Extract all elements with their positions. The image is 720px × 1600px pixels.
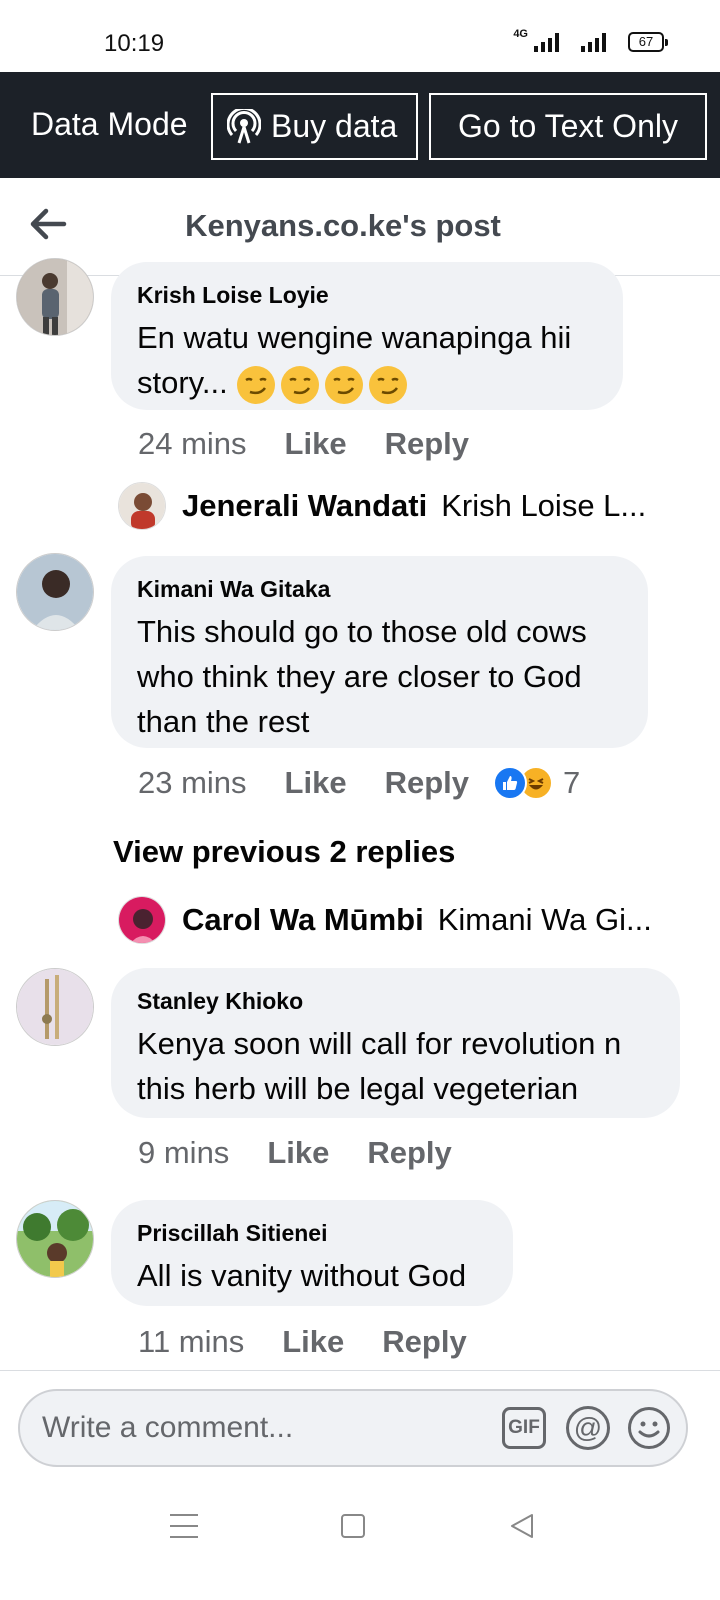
avatar[interactable] bbox=[16, 1200, 94, 1278]
comment-input[interactable]: Write a comment... GIF @ bbox=[18, 1389, 688, 1467]
comment-text: All is vanity without God bbox=[137, 1258, 467, 1293]
reply-author: Carol Wa Mūmbi bbox=[182, 902, 424, 937]
reply-button[interactable]: Reply bbox=[382, 1324, 466, 1360]
comment-author[interactable]: Krish Loise Loyie bbox=[137, 282, 597, 309]
smirk-face-icon bbox=[237, 365, 276, 404]
like-button[interactable]: Like bbox=[267, 1135, 329, 1171]
view-previous-replies-link[interactable]: View previous 2 replies bbox=[113, 834, 455, 870]
signal-icon-secondary bbox=[581, 32, 606, 52]
comment-bubble[interactable]: Priscillah Sitienei All is vanity withou… bbox=[111, 1200, 513, 1306]
text-only-button[interactable]: Go to Text Only bbox=[429, 93, 707, 160]
reaction-count: 7 bbox=[563, 765, 581, 800]
avatar[interactable] bbox=[16, 258, 94, 336]
like-button[interactable]: Like bbox=[285, 765, 347, 801]
reply-avatar bbox=[118, 896, 166, 944]
comment-text: This should go to those old cows who thi… bbox=[137, 614, 587, 739]
comment-time[interactable]: 11 mins bbox=[138, 1324, 244, 1360]
smirk-emoji-group bbox=[236, 365, 412, 404]
comment-time[interactable]: 24 mins bbox=[138, 426, 247, 462]
comment-author[interactable]: Kimani Wa Gitaka bbox=[137, 576, 622, 603]
data-mode-bar: Data Mode Buy data Go to Text Only bbox=[0, 72, 720, 178]
system-nav-bar bbox=[0, 1500, 720, 1600]
reply-preview[interactable]: Jenerali Wandati Krish Loise L... bbox=[118, 482, 646, 530]
comment-meta: 9 mins Like Reply bbox=[138, 1135, 490, 1171]
comment-author[interactable]: Priscillah Sitienei bbox=[137, 1220, 487, 1247]
recent-apps-icon[interactable] bbox=[170, 1514, 198, 1540]
emoji-picker-icon[interactable] bbox=[627, 1406, 671, 1450]
gif-icon[interactable]: GIF bbox=[502, 1407, 546, 1449]
mention-icon[interactable]: @ bbox=[566, 1406, 610, 1450]
broadcast-icon bbox=[227, 108, 261, 143]
reply-preview[interactable]: Carol Wa Mūmbi Kimani Wa Gi... bbox=[118, 896, 652, 944]
like-reaction-icon bbox=[493, 766, 527, 800]
buy-data-label: Buy data bbox=[271, 108, 398, 144]
smirk-face-icon bbox=[325, 365, 364, 404]
smirk-face-icon bbox=[281, 365, 320, 404]
like-button[interactable]: Like bbox=[282, 1324, 344, 1360]
reply-snippet: Krish Loise L... bbox=[441, 488, 647, 523]
data-mode-label: Data Mode bbox=[31, 106, 188, 142]
status-icons: 4G 67 bbox=[513, 28, 668, 52]
battery-icon: 67 bbox=[628, 32, 668, 52]
home-icon[interactable] bbox=[341, 1514, 365, 1538]
reply-author: Jenerali Wandati bbox=[182, 488, 428, 523]
comment-time[interactable]: 9 mins bbox=[138, 1135, 229, 1171]
page-title: Kenyans.co.ke's post bbox=[185, 208, 501, 243]
like-button[interactable]: Like bbox=[285, 426, 347, 462]
comment-text: Kenya soon will call for revolution n th… bbox=[137, 1026, 622, 1106]
avatar[interactable] bbox=[16, 968, 94, 1046]
status-bar: 10:19 4G 67 bbox=[0, 0, 720, 72]
reply-button[interactable]: Reply bbox=[385, 765, 469, 801]
comment-meta: 11 mins Like Reply bbox=[138, 1324, 505, 1360]
buy-data-button[interactable]: Buy data bbox=[211, 93, 418, 160]
signal-icon bbox=[534, 32, 559, 52]
status-time: 10:19 bbox=[104, 30, 165, 57]
avatar[interactable] bbox=[16, 553, 94, 631]
reply-button[interactable]: Reply bbox=[385, 426, 469, 462]
comment-meta: 24 mins Like Reply bbox=[138, 426, 507, 462]
reply-button[interactable]: Reply bbox=[367, 1135, 451, 1171]
smirk-face-icon bbox=[369, 365, 408, 404]
comment-input-placeholder: Write a comment... bbox=[42, 1411, 294, 1444]
comment-bubble[interactable]: Kimani Wa Gitaka This should go to those… bbox=[111, 556, 648, 748]
comment-text: En watu wengine wanapinga hii story... bbox=[137, 315, 597, 405]
comment-bubble[interactable]: Stanley Khioko Kenya soon will call for … bbox=[111, 968, 680, 1118]
reply-avatar bbox=[118, 482, 166, 530]
comment-author[interactable]: Stanley Khioko bbox=[137, 988, 654, 1015]
reactions-summary[interactable]: 7 bbox=[493, 765, 580, 801]
nav-back-icon[interactable] bbox=[508, 1512, 536, 1540]
reply-snippet: Kimani Wa Gi... bbox=[437, 902, 652, 937]
comment-bubble[interactable]: Krish Loise Loyie En watu wengine wanapi… bbox=[111, 262, 623, 410]
comment-meta: 23 mins Like Reply 7 bbox=[138, 765, 580, 801]
comment-time[interactable]: 23 mins bbox=[138, 765, 247, 801]
network-type-label: 4G bbox=[513, 28, 528, 40]
